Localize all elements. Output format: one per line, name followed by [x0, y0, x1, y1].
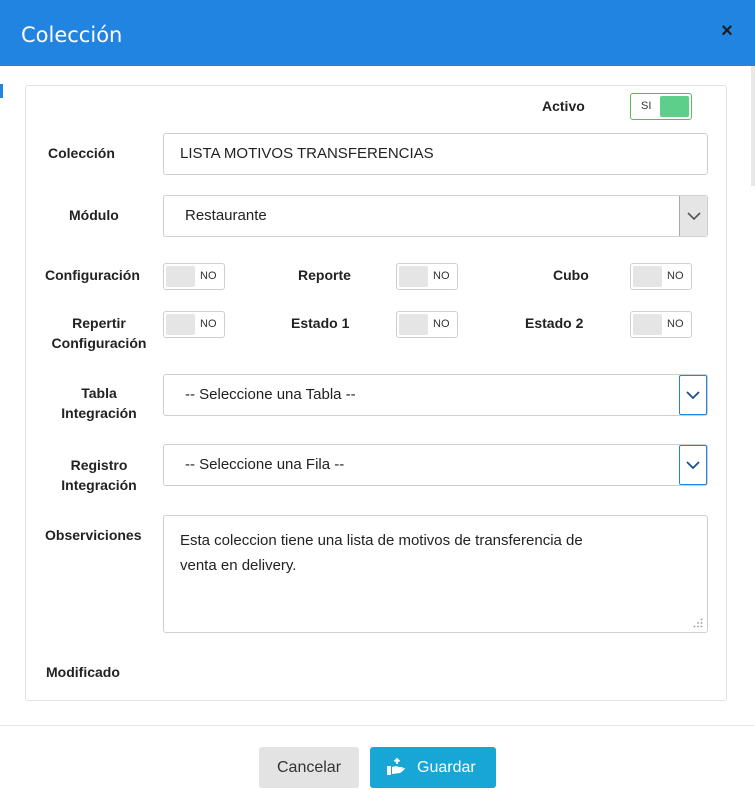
repertir-label-line2: Configuración: [51, 335, 147, 351]
footer-divider: [0, 725, 755, 726]
reporte-label: Reporte: [298, 267, 351, 283]
save-button[interactable]: Guardar: [370, 747, 496, 788]
repertir-label: Repertir Configuración: [45, 313, 153, 353]
save-button-label: Guardar: [417, 759, 476, 776]
dialog-title: Colección: [21, 23, 123, 47]
background-strip: [751, 66, 755, 186]
activo-label: Activo: [542, 98, 585, 114]
chevron-down-icon[interactable]: [679, 375, 707, 415]
repertir-label-line1: Repertir: [72, 315, 126, 331]
tabla-select[interactable]: -- Seleccione una Tabla --: [163, 374, 708, 416]
reporte-toggle[interactable]: NO: [396, 263, 458, 290]
toggle-knob: [166, 266, 195, 287]
configuracion-label: Configuración: [45, 267, 140, 283]
modulo-value: Restaurante: [185, 207, 267, 224]
estado1-toggle[interactable]: NO: [396, 311, 458, 338]
tabla-label-line2: Integración: [61, 405, 137, 421]
registro-label-line2: Integración: [61, 477, 137, 493]
background-mark: [0, 84, 3, 98]
tabla-label-line1: Tabla: [81, 385, 117, 401]
registro-label: Registro Integración: [45, 455, 153, 495]
toggle-knob: [633, 266, 662, 287]
cubo-label: Cubo: [553, 267, 589, 283]
toggle-state: NO: [200, 270, 217, 282]
modificado-label: Modificado: [46, 664, 120, 680]
resize-grip-icon[interactable]: [693, 618, 703, 628]
toggle-state: NO: [667, 270, 684, 282]
toggle-knob: [399, 266, 428, 287]
registro-value: -- Seleccione una Fila --: [185, 456, 345, 473]
activo-toggle[interactable]: SI: [630, 93, 692, 120]
observaciones-line1: Esta coleccion tiene una lista de motivo…: [180, 532, 583, 549]
registro-label-line1: Registro: [70, 457, 128, 473]
estado2-toggle[interactable]: NO: [630, 311, 692, 338]
toggle-knob: [166, 314, 195, 335]
toggle-state: SI: [641, 100, 652, 112]
estado2-label: Estado 2: [525, 315, 584, 331]
toggle-state: NO: [667, 318, 684, 330]
toggle-knob: [660, 96, 689, 117]
observaciones-textarea[interactable]: Esta coleccion tiene una lista de motivo…: [163, 515, 708, 633]
estado1-label: Estado 1: [291, 315, 350, 331]
toggle-state: NO: [433, 270, 450, 282]
chevron-down-icon[interactable]: [679, 196, 707, 236]
observaciones-label: Observiciones: [45, 527, 142, 543]
toggle-knob: [633, 314, 662, 335]
close-icon[interactable]: ×: [716, 20, 738, 42]
coleccion-input[interactable]: LISTA MOTIVOS TRANSFERENCIAS: [163, 133, 708, 175]
tabla-label: Tabla Integración: [45, 383, 153, 423]
toggle-knob: [399, 314, 428, 335]
dialog-header: Colección ×: [0, 0, 755, 66]
modulo-select[interactable]: Restaurante: [163, 195, 708, 237]
cubo-toggle[interactable]: NO: [630, 263, 692, 290]
cancel-button[interactable]: Cancelar: [259, 747, 359, 788]
configuracion-toggle[interactable]: NO: [163, 263, 225, 290]
toggle-state: NO: [433, 318, 450, 330]
modulo-label: Módulo: [69, 207, 119, 223]
save-hand-icon: [387, 758, 405, 775]
repertir-toggle[interactable]: NO: [163, 311, 225, 338]
chevron-down-icon[interactable]: [679, 445, 707, 485]
coleccion-label: Colección: [48, 145, 115, 161]
tabla-value: -- Seleccione una Tabla --: [185, 386, 356, 403]
registro-select[interactable]: -- Seleccione una Fila --: [163, 444, 708, 486]
observaciones-line2: venta en delivery.: [180, 557, 297, 574]
toggle-state: NO: [200, 318, 217, 330]
